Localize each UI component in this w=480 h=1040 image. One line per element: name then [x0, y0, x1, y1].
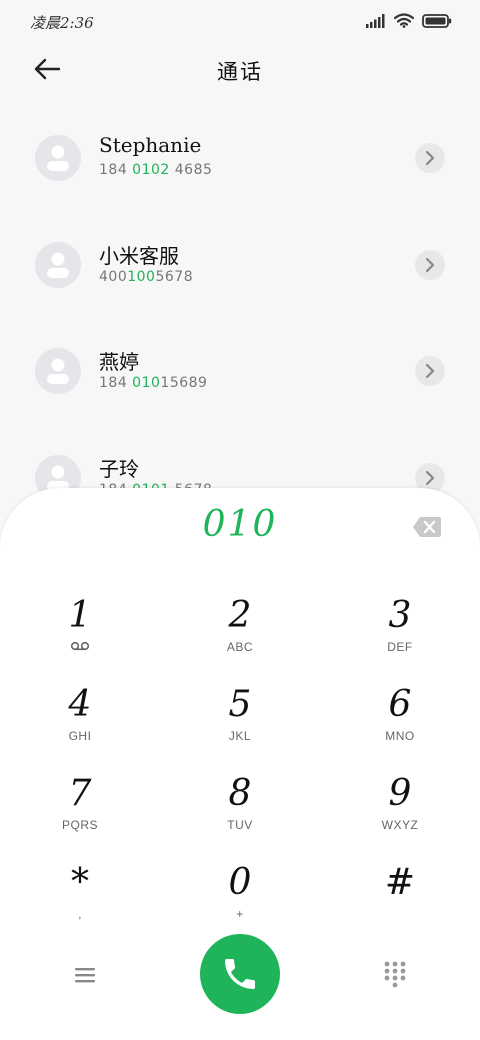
key-digit: 9 [388, 773, 412, 814]
key-digit: 6 [388, 684, 412, 725]
key-letters: ABC [226, 640, 254, 654]
key-letters: GHI [68, 729, 92, 743]
key-1[interactable]: 1 [30, 594, 130, 674]
key-digit: 0 [228, 862, 252, 903]
key-5[interactable]: 5 JKL [190, 683, 290, 763]
key-digit: 2 [228, 595, 252, 636]
key-star[interactable]: * , [30, 861, 130, 941]
call-button[interactable] [200, 934, 280, 1014]
contact-detail-button[interactable] [415, 356, 445, 386]
key-letters: PQRS [61, 818, 98, 832]
phone-icon [225, 959, 255, 989]
contact-phone: 184 01015689 [99, 375, 208, 391]
key-0[interactable]: 0 + [190, 861, 290, 941]
keypad-toggle-button[interactable] [382, 960, 408, 990]
key-hash[interactable]: # [350, 861, 450, 941]
key-letters: DEF [387, 640, 413, 654]
contact-detail-button[interactable] [415, 250, 445, 280]
list-item[interactable]: 小米客服 4001005678 [0, 242, 480, 332]
match-highlight: 100 [127, 269, 156, 285]
menu-icon [75, 968, 95, 983]
key-7[interactable]: 7 PQRS [30, 772, 130, 852]
key-letters: JKL [228, 729, 252, 743]
avatar [35, 348, 81, 394]
contact-name: 燕婷 [99, 350, 139, 374]
avatar [35, 135, 81, 181]
key-4[interactable]: 4 GHI [30, 683, 130, 763]
key-9[interactable]: 9 WXYZ [350, 772, 450, 852]
chevron-right-icon [425, 258, 435, 272]
list-item[interactable]: Stephanie 184 0102 4685 [0, 133, 480, 225]
key-2[interactable]: 2 ABC [190, 594, 290, 674]
status-bar: 凌晨2:36 [0, 0, 480, 44]
backspace-icon [413, 517, 441, 537]
list-item[interactable]: 燕婷 184 01015689 [0, 348, 480, 438]
contact-detail-button[interactable] [415, 143, 445, 173]
avatar [35, 242, 81, 288]
chevron-right-icon [425, 471, 435, 485]
key-digit: * [71, 862, 89, 903]
key-digit: 5 [228, 684, 252, 725]
key-letters: + [236, 907, 244, 921]
key-3[interactable]: 3 DEF [350, 594, 450, 674]
key-8[interactable]: 8 TUV [190, 772, 290, 852]
dialed-number: 010 [202, 504, 278, 545]
key-digit: # [384, 862, 416, 903]
key-6[interactable]: 6 MNO [350, 683, 450, 763]
contact-name: Stephanie [99, 133, 202, 157]
status-icons [366, 13, 452, 32]
header: 通话 [0, 44, 480, 96]
key-digit: 4 [68, 684, 92, 725]
backspace-button[interactable] [412, 516, 442, 538]
match-highlight: 0102 [132, 162, 170, 178]
dialpad-icon [384, 961, 406, 988]
key-digit: 1 [68, 595, 92, 636]
key-letters: MNO [385, 729, 415, 743]
contact-name: 子玲 [99, 457, 139, 481]
key-letters: , [78, 907, 82, 921]
battery-icon [422, 13, 452, 32]
match-highlight: 010 [132, 375, 161, 391]
wifi-icon [393, 13, 415, 32]
chevron-right-icon [425, 151, 435, 165]
dialpad-sheet: 010 1 2 ABC 3 DEF 4 GHI 5 JKL 6 MNO 7 PQ… [0, 488, 480, 1040]
chevron-right-icon [425, 364, 435, 378]
key-digit: 7 [68, 773, 92, 814]
key-digit: 8 [228, 773, 252, 814]
menu-button[interactable] [70, 962, 100, 988]
signal-icon [366, 13, 386, 32]
contact-phone: 184 0102 4685 [99, 162, 213, 178]
key-letters: WXYZ [381, 818, 419, 832]
key-digit: 3 [388, 595, 412, 636]
contact-phone: 4001005678 [99, 269, 194, 285]
page-title: 通话 [217, 60, 263, 84]
status-time: 凌晨2:36 [30, 14, 94, 32]
dialer-actions [0, 934, 480, 1018]
contact-name: 小米客服 [99, 244, 179, 268]
voicemail-icon [30, 640, 130, 654]
key-letters: TUV [227, 818, 253, 832]
